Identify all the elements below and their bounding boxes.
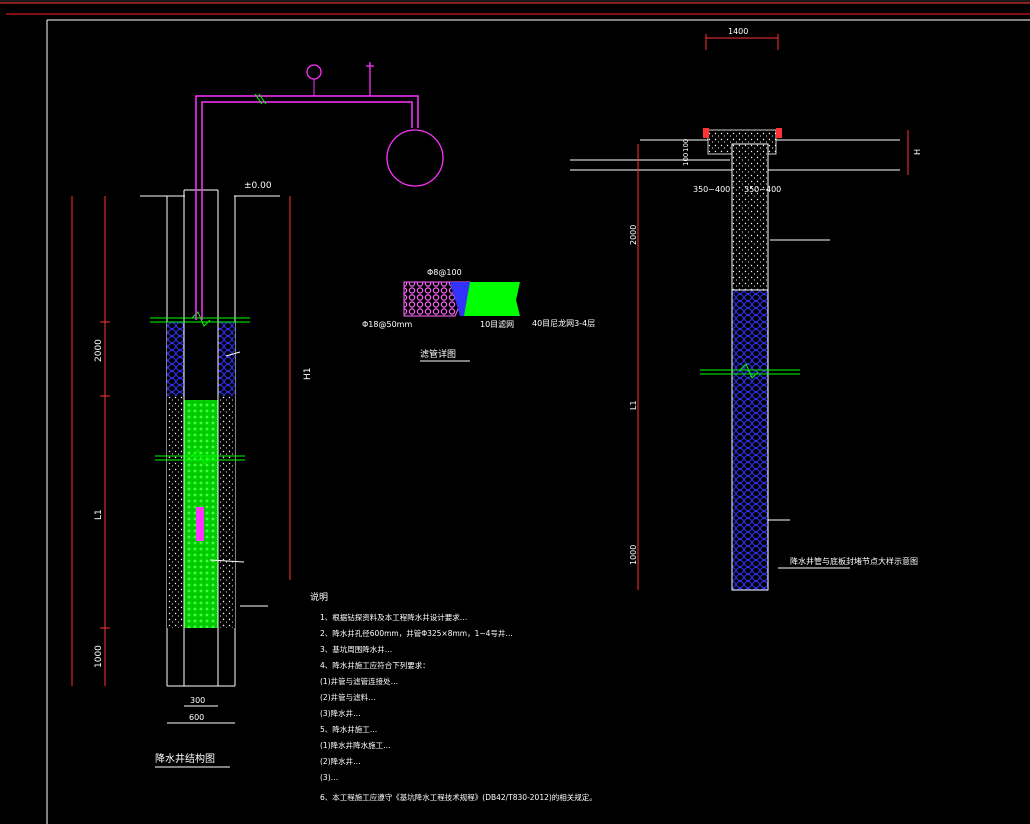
right-node-section: 1400 2000 L1 1000 100 100 350~400 350~40…: [570, 27, 922, 591]
detail-label-top: Φ8@100: [427, 268, 462, 277]
note-line: 4、降水井施工应符合下列要求：: [320, 660, 430, 670]
dim-l1: L1: [629, 400, 638, 410]
dim-100a: 100: [682, 139, 690, 152]
discharge-pipe: [195, 95, 419, 320]
left-title: 降水井结构图: [155, 752, 215, 765]
detail-label-mid: 10目滤网: [480, 319, 514, 329]
note-line: (2)降水井…: [320, 756, 361, 766]
width-outer: 600: [189, 713, 204, 722]
note-line: (3)降水井…: [320, 708, 361, 718]
detail-label-left: Φ18@50mm: [362, 320, 412, 329]
note-line: (3)…: [320, 773, 338, 782]
note-line: 6、本工程施工应遵守《基坑降水工程技术规程》(DB42/T830-2012)的相…: [320, 792, 597, 802]
detail-title: 滤管详图: [420, 348, 456, 360]
dim-1000: 1000: [629, 545, 638, 565]
notes-heading: 说明: [310, 591, 328, 603]
dim-2000: 2000: [629, 225, 638, 245]
dim-100b: 100: [682, 153, 690, 166]
dim-bottom: 1000: [94, 645, 104, 668]
clay-seal-right: [218, 322, 235, 396]
pump: [196, 507, 204, 541]
note-line: 5、降水井施工…: [320, 724, 377, 734]
elev-label: ±0.00: [244, 181, 272, 191]
note-line: 2、降水井孔径600mm，井管Φ325×8mm，1~4号井…: [320, 628, 513, 638]
dim-h: H: [913, 149, 922, 155]
note-line: (2)井管与滤料…: [320, 692, 376, 702]
note-line: (1)井管与滤管连接处…: [320, 676, 398, 686]
dim-total: H1: [303, 368, 313, 381]
note-line: (1)降水井降水施工…: [320, 740, 391, 750]
right-title: 降水井管与底板封堵节点大样示意图: [790, 556, 918, 566]
note-line: 3、基坑周围降水井…: [320, 644, 392, 654]
notes-block: 说明 1、根据钻探资料及本工程降水井设计要求… 2、降水井孔径600mm，井管Φ…: [310, 591, 597, 802]
dim-mid: L1: [94, 509, 104, 520]
dim-right-bottom: 350~400: [744, 185, 781, 194]
width-inner: 300: [190, 696, 205, 705]
filter-detail: Φ8@100 Φ18@50mm 10目滤网 40目尼龙网3-4层 滤管详图: [362, 268, 595, 362]
drain-tank: [386, 129, 444, 187]
dim-left-bottom: 350~400: [693, 185, 730, 194]
clay-seal-left: [167, 322, 184, 396]
note-line: 1、根据钻探资料及本工程降水井设计要求…: [320, 612, 467, 622]
filter-section: [731, 289, 769, 591]
cad-drawing: ±0.00 300 600 2000 L1 1000 H1 降水井结构图 Φ8@…: [0, 0, 1030, 824]
detail-label-right: 40目尼龙网3-4层: [532, 318, 595, 328]
dim-top: 2000: [94, 339, 104, 362]
gauge: [306, 64, 322, 80]
dim-top-width: 1400: [728, 27, 748, 36]
